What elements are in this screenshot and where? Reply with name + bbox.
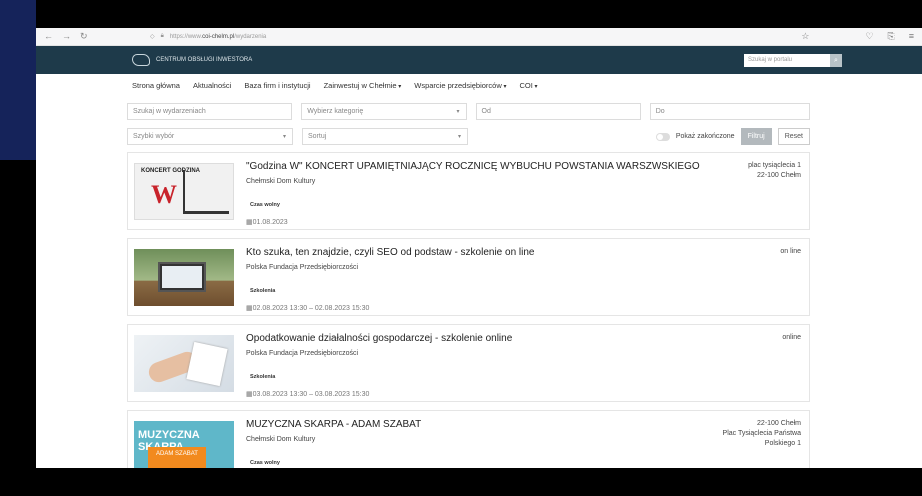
show-finished: Pokaż zakończone Filtruj Reset [655,128,810,145]
lock-icon: 🔒︎ [160,33,164,39]
event-location: on line [780,248,801,255]
event-thumbnail[interactable]: KONCERT GODZINA W [134,163,234,220]
event-organizer: Polska Fundacja Przedsiębiorczości [246,350,359,357]
event-tag: Szkolenia [250,374,276,380]
event-title[interactable]: "Godzina W" KONCERT UPAMIĘTNIAJĄCY ROCZN… [246,161,809,172]
event-filters: Szukaj w wydarzeniach Wybierz kategorię … [127,103,811,153]
forward-icon[interactable]: → [62,31,71,42]
menu-item-support[interactable]: Wsparcie przedsiębiorców [414,81,506,96]
event-location: plac tysiąclecia 1 22-100 Chełm [748,162,801,179]
event-card[interactable]: KONCERT GODZINA W "Godzina W" KONCERT UP… [127,152,810,230]
event-organizer: Chełmski Dom Kultury [246,178,316,185]
reset-button[interactable]: Reset [777,128,810,145]
filter-row-2: Szybki wybór Sortuj Pokaż zakończone Fil… [127,128,810,145]
browser-toolbar: ← → ↻ ◇ 🔒︎ https://www.coi-chelm.pl/wyda… [36,28,922,46]
reload-icon[interactable]: ↻ [80,31,88,42]
logo-title: CENTRUM OBSŁUGI INWESTORA [156,56,253,63]
browser-window: ← → ↻ ◇ 🔒︎ https://www.coi-chelm.pl/wyda… [36,28,922,468]
main-menu: Strona główna Aktualności Baza firm i in… [36,74,922,96]
event-list: KONCERT GODZINA W "Godzina W" KONCERT UP… [127,152,810,468]
site-logo[interactable]: CENTRUM OBSŁUGI INWESTORA [132,54,252,66]
pocket-icon[interactable]: ♡ [865,31,873,42]
shield-icon: ◇ [150,34,155,40]
event-date: 01.08.2023 [246,218,809,226]
category-select[interactable]: Wybierz kategorię [301,103,467,120]
filter-row-1: Szukaj w wydarzeniach Wybierz kategorię … [127,103,811,120]
date-from-input[interactable]: Od [475,103,641,120]
show-finished-label: Pokaż zakończone [675,133,735,140]
event-card[interactable]: Opodatkowanie działalności gospodarczej … [127,324,810,402]
event-search-input[interactable]: Szukaj w wydarzeniach [127,103,293,120]
browser-nav: ← → ↻ [44,31,104,42]
event-card[interactable]: MUZYCZNA SKARPA ADAM SZABAT MUZYCZNA SKA… [127,410,810,468]
portal-search: Szukaj w portalu ⌕ [744,53,842,67]
menu-icon[interactable]: ≡ [909,31,914,42]
show-finished-toggle[interactable] [655,132,670,141]
address-bar[interactable]: ◇ 🔒︎ https://www.coi-chelm.pl/wydarzenia [150,33,801,40]
menu-item-invest[interactable]: Zainwestuj w Chełmie [324,81,402,96]
event-body: "Godzina W" KONCERT UPAMIĘTNIAJĄCY ROCZN… [246,153,809,229]
event-location: 22-100 Chełm Plac Tysiąclecia Państwa Po… [722,420,801,447]
thumbnail-subtext: ADAM SZABAT [148,447,206,468]
filter-button[interactable]: Filtruj [740,128,772,145]
event-body: Kto szuka, ten znajdzie, czyli SEO od po… [246,239,809,315]
extensions-icon[interactable]: ⎘ [888,31,895,42]
event-title[interactable]: Kto szuka, ten znajdzie, czyli SEO od po… [246,247,809,258]
paper-image [186,341,228,387]
bookmark-star-icon[interactable]: ☆ [801,31,809,42]
date-to-input[interactable]: Do [649,103,811,120]
event-tag: Czas wolny [250,202,280,208]
event-thumbnail[interactable] [134,335,234,392]
event-organizer: Polska Fundacja Przedsiębiorczości [246,264,359,271]
thumbnail-sketch [183,170,229,214]
quick-select[interactable]: Szybki wybór [127,128,293,145]
event-tag: Czas wolny [250,460,280,466]
logo-mark-icon [132,54,150,66]
menu-item-coi[interactable]: COI [519,81,537,96]
event-tag: Szkolenia [250,288,276,294]
portal-search-input[interactable]: Szukaj w portalu [744,53,830,67]
event-location: online [782,334,801,341]
event-thumbnail[interactable] [134,249,234,306]
browser-actions: ♡ ⎘ ≡ [865,31,914,42]
event-card[interactable]: Kto szuka, ten znajdzie, czyli SEO od po… [127,238,810,316]
laptop-image [158,262,206,292]
menu-item-home[interactable]: Strona główna [132,81,180,96]
search-icon[interactable]: ⌕ [830,53,842,67]
url-text: https://www.coi-chelm.pl/wydarzenia [169,33,267,40]
event-title[interactable]: Opodatkowanie działalności gospodarczej … [246,333,809,344]
menu-item-news[interactable]: Aktualności [193,81,231,96]
page: ← → ↻ ◇ 🔒︎ https://www.coi-chelm.pl/wyda… [0,0,922,496]
event-thumbnail[interactable]: MUZYCZNA SKARPA ADAM SZABAT [134,421,234,468]
event-date: 03.08.2023 13:30 – 03.08.2023 15:30 [246,390,809,398]
menu-item-companies[interactable]: Baza firm i instytucji [244,81,310,96]
event-body: Opodatkowanie działalności gospodarczej … [246,325,809,401]
back-icon[interactable]: ← [44,31,53,42]
thumbnail-w-letter: W [151,180,177,209]
background-accent [0,0,36,160]
event-date: 02.08.2023 13:30 – 02.08.2023 15:30 [246,304,809,312]
site-header: CENTRUM OBSŁUGI INWESTORA Szukaj w porta… [36,46,922,74]
sort-select[interactable]: Sortuj [302,128,468,145]
